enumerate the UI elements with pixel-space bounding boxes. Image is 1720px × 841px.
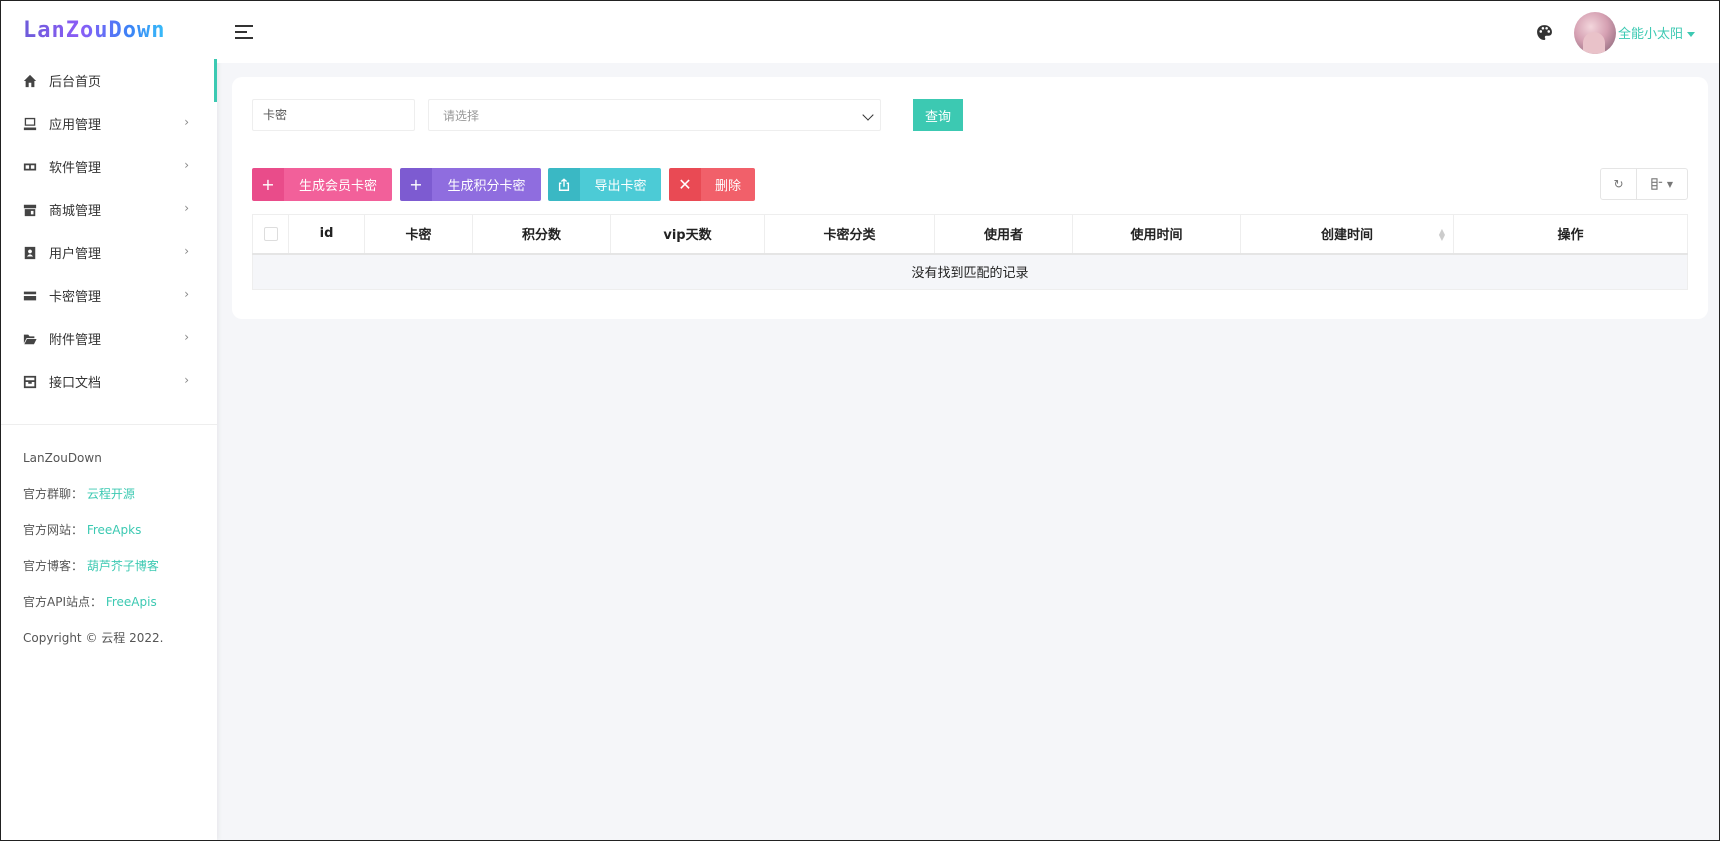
footer-blog-link[interactable]: 葫芦芥子博客: [87, 559, 159, 573]
card-list-panel: 请选择 查询 + 生成会员卡密 + 生成积分卡密 导出卡密 ✕ 删除 ↻ ▼ i…: [232, 77, 1708, 319]
sidebar-item-label: 用户管理: [49, 247, 102, 262]
caret-down-icon: [1687, 32, 1695, 37]
table-toolbar: ↻ ▼: [1600, 168, 1688, 200]
credit-card-icon: [23, 289, 37, 303]
column-header-used-time[interactable]: 使用时间: [1072, 214, 1241, 255]
table-header-row: id 卡密 积分数 vip天数 卡密分类 使用者 使用时间 创建时间 ▲ ▼ 操作: [252, 214, 1688, 255]
sidebar-item-app-management[interactable]: 应用管理 ›: [1, 102, 217, 145]
sidebar-item-label: 卡密管理: [49, 290, 102, 305]
empty-state-text: 没有找到匹配的记录: [252, 253, 1688, 290]
palette-icon[interactable]: [1536, 24, 1553, 41]
column-header-created-time-label: 创建时间: [1320, 228, 1373, 244]
inbox-icon: [23, 375, 37, 389]
chevron-right-icon: ›: [184, 201, 189, 215]
archive-icon: [23, 160, 37, 174]
button-label: 导出卡密: [580, 168, 661, 201]
plus-icon: +: [400, 168, 432, 201]
cards-table: id 卡密 积分数 vip天数 卡密分类 使用者 使用时间 创建时间 ▲ ▼ 操作…: [252, 214, 1688, 290]
footer-app-name: LanZouDown: [23, 451, 102, 465]
columns-toggle-button[interactable]: ▼: [1637, 169, 1687, 199]
footer-site-label: 官方网站：: [23, 523, 84, 537]
sidebar-item-dashboard[interactable]: 后台首页: [1, 59, 217, 102]
select-all-cell: [252, 214, 289, 255]
column-header-created-time[interactable]: 创建时间 ▲ ▼: [1240, 214, 1454, 255]
sidebar-divider: [1, 424, 217, 425]
footer-api-link[interactable]: FreeApis: [106, 595, 157, 609]
export-icon: [548, 168, 580, 201]
footer-blog-row: 官方博客： 葫芦芥子博客: [23, 555, 163, 591]
username-label: 全能小太阳: [1617, 27, 1683, 42]
footer-blog-label: 官方博客：: [23, 559, 84, 573]
sidebar-menu: 后台首页 应用管理 › 软件管理 › 商城管理 › 用户管理 › 卡密管理 ›: [1, 59, 217, 403]
card-search-input[interactable]: [252, 99, 415, 131]
footer-group-row: 官方群聊： 云程开源: [23, 483, 163, 519]
avatar[interactable]: [1574, 12, 1616, 54]
chevron-right-icon: ›: [184, 244, 189, 258]
select-all-checkbox[interactable]: [263, 226, 278, 241]
delete-button[interactable]: ✕ 删除: [669, 168, 755, 201]
close-icon: ✕: [669, 168, 701, 201]
footer-group-label: 官方群聊：: [23, 487, 84, 501]
sort-icon[interactable]: ▲ ▼: [1439, 228, 1445, 242]
sidebar-item-label: 后台首页: [49, 75, 102, 90]
sidebar-item-attachment-management[interactable]: 附件管理 ›: [1, 317, 217, 360]
sidebar-item-label: 商城管理: [49, 204, 102, 219]
caret-down-icon: ▼: [1666, 179, 1674, 189]
chevron-right-icon: ›: [184, 330, 189, 344]
sidebar-item-card-management[interactable]: 卡密管理 ›: [1, 274, 217, 317]
sidebar-item-software-management[interactable]: 软件管理 ›: [1, 145, 217, 188]
chevron-right-icon: ›: [184, 287, 189, 301]
footer-copyright: Copyright © 云程 2022.: [23, 631, 164, 645]
sidebar-item-label: 接口文档: [49, 376, 102, 391]
sidebar-item-api-docs[interactable]: 接口文档 ›: [1, 360, 217, 403]
column-header-category[interactable]: 卡密分类: [764, 214, 935, 255]
footer-group-link[interactable]: 云程开源: [87, 487, 135, 501]
column-header-id[interactable]: id: [288, 214, 365, 255]
sidebar-item-label: 应用管理: [49, 118, 102, 133]
user-badge-icon: [23, 246, 37, 260]
button-label: 生成积分卡密: [432, 168, 541, 201]
home-icon: [23, 74, 37, 88]
sidebar-item-label: 附件管理: [49, 333, 102, 348]
chevron-right-icon: ›: [184, 158, 189, 172]
folder-open-icon: [23, 332, 37, 346]
footer-api-row: 官方API站点： FreeApis: [23, 591, 163, 627]
column-header-card[interactable]: 卡密: [364, 214, 473, 255]
column-header-vip-days[interactable]: vip天数: [610, 214, 765, 255]
query-button[interactable]: 查询: [913, 99, 963, 131]
plus-icon: +: [252, 168, 284, 201]
refresh-button[interactable]: ↻: [1601, 169, 1637, 199]
user-menu[interactable]: 全能小太阳: [1618, 23, 1695, 42]
footer-site-link[interactable]: FreeApks: [87, 523, 142, 537]
card-category-select[interactable]: 请选择: [428, 99, 881, 131]
footer-site-row: 官方网站： FreeApks: [23, 519, 163, 555]
chevron-down-icon: [862, 109, 874, 121]
sidebar-item-label: 软件管理: [49, 161, 102, 176]
column-header-user[interactable]: 使用者: [934, 214, 1073, 255]
store-icon: [23, 203, 37, 217]
desktop-icon: [23, 117, 37, 131]
select-value: 请选择: [443, 108, 480, 123]
sidebar-item-user-management[interactable]: 用户管理 ›: [1, 231, 217, 274]
top-header: 全能小太阳: [217, 1, 1719, 63]
brand-logo-text: LanZouDown: [23, 17, 166, 43]
hamburger-menu-icon[interactable]: [235, 25, 253, 39]
brand-logo[interactable]: LanZouDown: [1, 1, 217, 59]
sidebar-footer: LanZouDown 官方群聊： 云程开源 官方网站： FreeApks 官方博…: [23, 447, 163, 663]
table-row: 没有找到匹配的记录: [252, 253, 1688, 290]
footer-api-label: 官方API站点：: [23, 595, 102, 609]
chevron-right-icon: ›: [184, 115, 189, 129]
generate-member-card-button[interactable]: + 生成会员卡密: [252, 168, 392, 201]
columns-icon: [1651, 178, 1663, 190]
export-cards-button[interactable]: 导出卡密: [548, 168, 661, 201]
generate-points-card-button[interactable]: + 生成积分卡密: [400, 168, 541, 201]
sidebar-item-store-management[interactable]: 商城管理 ›: [1, 188, 217, 231]
sidebar: LanZouDown 后台首页 应用管理 › 软件管理 › 商城管理 › 用户管…: [1, 1, 217, 840]
button-label: 生成会员卡密: [284, 168, 392, 201]
chevron-right-icon: ›: [184, 373, 189, 387]
button-label: 删除: [701, 168, 755, 201]
refresh-icon: ↻: [1613, 177, 1624, 191]
column-header-actions: 操作: [1453, 214, 1688, 255]
column-header-points[interactable]: 积分数: [472, 214, 611, 255]
